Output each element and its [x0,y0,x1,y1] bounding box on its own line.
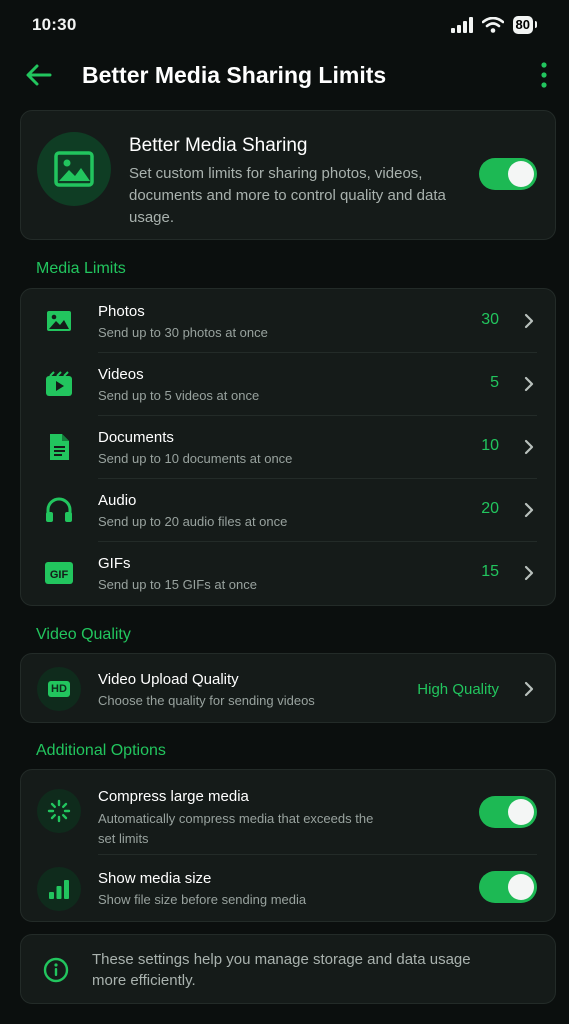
compress-icon [37,789,81,833]
hd-icon: HD [37,667,81,711]
item-title: GIFs [98,555,131,572]
document-icon [45,433,73,461]
additional-options-card: Compress large media Automatically compr… [20,769,556,922]
video-quality-card[interactable]: HD Video Upload Quality Choose the quali… [20,653,556,723]
status-time: 10:30 [32,15,77,34]
headphones-icon [45,496,73,524]
video-quality-value: High Quality [417,681,499,698]
section-title-video-quality: Video Quality [36,626,131,643]
list-item-audio[interactable]: Audio Send up to 20 audio files at once … [21,478,555,541]
wifi-icon [481,17,504,33]
list-item-gifs[interactable]: GIF GIFs Send up to 15 GIFs at once 15 [21,541,555,604]
app-header: Better Media Sharing Limits [0,52,569,98]
show-size-title: Show media size [98,870,212,887]
item-subtitle: Send up to 5 videos at once [98,388,260,403]
image-icon [45,307,73,335]
battery-indicator: 80 [512,16,538,34]
item-subtitle: Send up to 10 documents at once [98,451,293,466]
item-title: Audio [98,492,137,509]
bar-chart-icon [37,867,81,911]
info-card: These settings help you manage storage a… [20,934,556,1004]
list-item-documents[interactable]: Documents Send up to 10 documents at onc… [21,415,555,478]
compress-subtitle: Automatically compress media that exceed… [98,811,374,846]
section-title-media-limits: Media Limits [36,260,126,277]
video-icon [45,370,73,398]
item-title: Videos [98,366,144,383]
gif-icon: GIF [45,559,73,587]
feature-description: Set custom limits for sharing photos, vi… [129,165,446,226]
compress-title: Compress large media [98,788,249,805]
item-value: 10 [481,437,499,454]
info-icon [43,957,69,983]
list-item-photos[interactable]: Photos Send up to 30 photos at once 30 [21,289,555,352]
svg-text:GIF: GIF [50,569,69,581]
media-limits-list: Photos Send up to 30 photos at once 30 V… [20,288,556,606]
section-title-additional-options: Additional Options [36,742,166,759]
status-icons: 80 [450,16,538,34]
video-quality-subtitle: Choose the quality for sending videos [98,693,315,708]
chevron-right-icon [524,565,534,581]
chevron-right-icon [524,502,534,518]
feature-title: Better Media Sharing [129,135,308,156]
item-subtitle: Send up to 15 GIFs at once [98,577,257,592]
item-value: 5 [490,374,499,391]
info-text: These settings help you manage storage a… [92,951,471,989]
item-title: Photos [98,303,145,320]
media-image-icon [37,132,111,206]
hd-badge: HD [48,681,70,697]
chevron-right-icon [524,313,534,329]
chevron-right-icon [524,439,534,455]
show-size-subtitle: Show file size before sending media [98,892,307,907]
show-media-size-toggle[interactable] [479,871,537,903]
page-title: Better Media Sharing Limits [82,62,387,88]
back-arrow-icon[interactable] [24,60,54,90]
signal-icon [450,17,473,33]
divider [98,854,537,855]
status-bar: 10:30 80 [0,0,569,50]
item-subtitle: Send up to 30 photos at once [98,325,268,340]
media-sharing-card: Better Media Sharing Set custom limits f… [20,110,556,240]
list-item-videos[interactable]: Videos Send up to 5 videos at once 5 [21,352,555,415]
chevron-right-icon [524,681,534,697]
item-value: 15 [481,563,499,580]
item-title: Documents [98,429,174,446]
item-value: 30 [481,311,499,328]
item-subtitle: Send up to 20 audio files at once [98,514,288,529]
compress-large-media-toggle[interactable] [479,796,537,828]
more-options-icon[interactable] [539,61,549,89]
video-quality-title: Video Upload Quality [98,671,239,688]
better-media-sharing-toggle[interactable] [479,158,537,190]
item-value: 20 [481,500,499,517]
chevron-right-icon [524,376,534,392]
